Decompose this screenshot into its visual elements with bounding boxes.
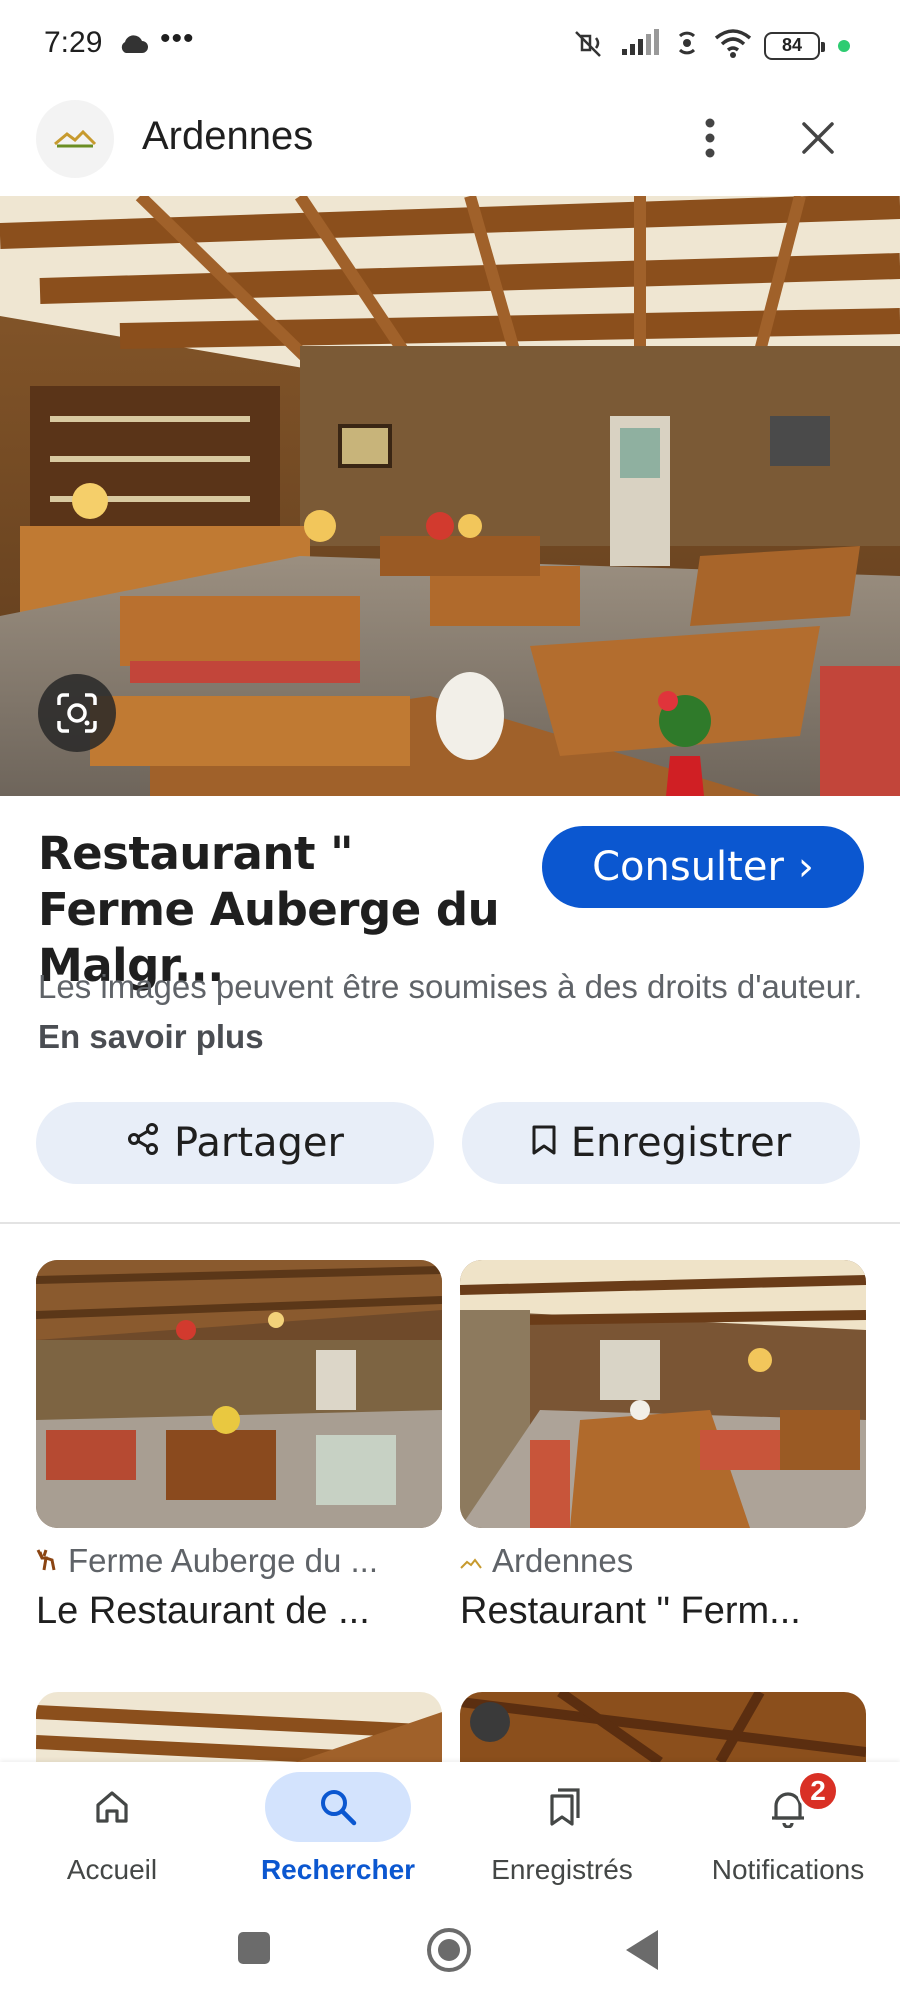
ardennes-logo-icon[interactable]	[36, 100, 114, 178]
mute-icon	[570, 28, 608, 63]
bell-icon: 2	[715, 1770, 861, 1842]
share-icon	[126, 1120, 160, 1166]
hero-image[interactable]	[0, 196, 900, 796]
wifi-icon	[714, 28, 752, 63]
status-time: 7:29	[44, 26, 103, 59]
status-right: 84	[570, 28, 850, 63]
card-title: Restaurant " Ferm...	[460, 1590, 801, 1632]
related-thumbnail[interactable]	[36, 1260, 442, 1528]
close-icon[interactable]	[792, 112, 844, 164]
home-button-icon[interactable]	[427, 1928, 471, 1972]
card-source-label: Ardennes	[492, 1542, 634, 1579]
notification-badge: 2	[797, 1770, 839, 1812]
recent-apps-icon[interactable]	[238, 1932, 270, 1964]
nav-item-saved[interactable]: Enregistrés	[462, 1762, 662, 1912]
share-label: Partager	[174, 1120, 344, 1166]
share-button[interactable]: Partager	[36, 1102, 434, 1184]
back-icon[interactable]	[626, 1930, 658, 1970]
divider	[0, 1222, 900, 1224]
home-icon	[39, 1772, 185, 1842]
card-source: Ardennes	[460, 1542, 866, 1580]
battery-indicator: 84	[764, 31, 825, 60]
deer-icon	[36, 1542, 58, 1580]
more-vert-icon[interactable]	[690, 108, 730, 168]
related-thumbnail[interactable]	[460, 1692, 866, 1762]
nav-item-home[interactable]: Accueil	[12, 1762, 212, 1912]
ardennes-logo-icon	[460, 1542, 482, 1580]
save-button[interactable]: Enregistrer	[462, 1102, 860, 1184]
nav-label: Notifications	[711, 1854, 865, 1885]
page-title: Ardennes	[142, 114, 314, 158]
copyright-text: Les images peuvent être soumises à des d…	[38, 968, 863, 1005]
card-source: Ferme Auberge du ...	[36, 1542, 442, 1580]
system-navigation-bar	[0, 1912, 900, 2000]
chevron-right-icon: ›	[797, 844, 814, 890]
nav-label: Accueil	[66, 1854, 158, 1885]
status-bar: 7:29 ••• 84	[0, 0, 900, 90]
collections-icon	[489, 1772, 635, 1842]
nav-label: Enregistrés	[491, 1854, 633, 1885]
app-header: Ardennes	[0, 98, 900, 178]
related-card[interactable]: Ardennes Restaurant " Ferm...	[460, 1260, 866, 1633]
card-title: Le Restaurant de ...	[36, 1590, 370, 1632]
privacy-dot	[838, 39, 850, 52]
action-row: Partager Enregistrer	[36, 1102, 866, 1184]
learn-more-link[interactable]: En savoir plus	[38, 1018, 264, 1055]
status-overflow: •••	[160, 22, 195, 55]
restaurant-interior-image	[0, 196, 900, 796]
nav-label: Rechercher	[260, 1854, 416, 1885]
bottom-navigation: Accueil Rechercher Enregistrés 2 Notific…	[0, 1762, 900, 1912]
cloud-icon	[118, 34, 148, 59]
google-lens-icon[interactable]	[38, 674, 116, 752]
copyright-notice: Les images peuvent être soumises à des d…	[38, 962, 868, 1062]
search-icon	[265, 1772, 411, 1842]
related-card[interactable]: Ferme Auberge du ... Le Restaurant de ..…	[36, 1260, 442, 1633]
nav-item-notifications[interactable]: 2 Notifications	[688, 1762, 888, 1912]
related-thumbnail[interactable]	[460, 1260, 866, 1528]
bookmark-icon	[531, 1120, 557, 1166]
nav-item-search[interactable]: Rechercher	[238, 1762, 438, 1912]
save-label: Enregistrer	[570, 1120, 792, 1166]
card-source-label: Ferme Auberge du ...	[68, 1542, 379, 1579]
hotspot-icon	[672, 28, 702, 63]
visit-label: Consulter	[592, 844, 784, 890]
related-thumbnail[interactable]	[36, 1692, 442, 1762]
signal-icon	[620, 29, 660, 62]
visit-button[interactable]: Consulter ›	[542, 826, 864, 908]
